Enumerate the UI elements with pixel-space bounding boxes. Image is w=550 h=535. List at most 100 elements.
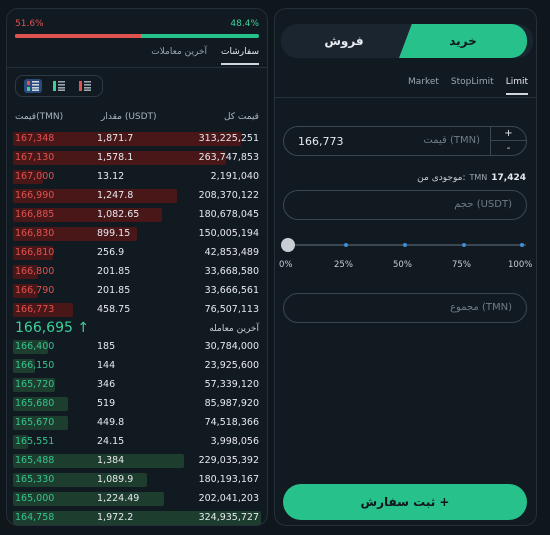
amount-cell: 449.8 [97, 417, 125, 428]
divider [7, 67, 267, 68]
ask-row[interactable]: 166,800 201.85 33,668,580 [13, 264, 261, 280]
header-amount: مقدار (USDT) [101, 112, 157, 122]
total-cell: 324,935,727 [198, 512, 259, 523]
book-view-toggle [15, 75, 103, 97]
book-tabs: آخرین معاملات سفارشات [151, 47, 259, 65]
divider [275, 97, 536, 98]
ask-row[interactable]: 167,348 1,871.7 313,225,251 [13, 131, 261, 147]
slider-mark-50[interactable] [403, 243, 407, 247]
slider-handle[interactable] [281, 238, 295, 252]
total-cell: 202,041,203 [198, 493, 259, 504]
price-stepper: + - [490, 127, 526, 155]
total-input[interactable]: مجموع (TMN) [283, 293, 527, 323]
price-field[interactable]: 166,773 قیمت (TMN) + - [283, 126, 527, 156]
total-cell: 30,784,000 [204, 341, 259, 352]
amount-cell: 1,247.8 [97, 190, 134, 201]
amount-cell: 201.85 [97, 266, 131, 277]
total-cell: 313,225,251 [198, 133, 259, 144]
amount-cell: 1,972.2 [97, 512, 134, 523]
amount-cell: 185 [97, 341, 116, 352]
price-cell: 166,990 [15, 190, 55, 201]
tick-0: 0% [279, 260, 293, 270]
total-cell: 42,853,489 [204, 247, 259, 258]
minus-button[interactable]: - [491, 141, 526, 155]
total-cell: 23,925,600 [204, 360, 259, 371]
ask-row[interactable]: 166,885 1,082.65 180,678,045 [13, 207, 261, 223]
tick-25: 25% [334, 260, 353, 270]
total-cell: 74,518,366 [204, 417, 259, 428]
view-bids-icon[interactable] [50, 79, 68, 93]
tab-buy[interactable]: خرید [399, 24, 527, 58]
bid-row[interactable]: 165,720 346 57,339,120 [13, 377, 261, 393]
sell-ratio-fill [15, 34, 141, 38]
amount-cell: 1,871.7 [97, 133, 134, 144]
bid-row[interactable]: 164,758 1,972.2 324,935,727 [13, 510, 261, 525]
amount-cell: 24.15 [97, 436, 125, 447]
tab-market[interactable]: Market [408, 77, 439, 95]
ask-row[interactable]: 166,790 201.85 33,666,561 [13, 283, 261, 299]
ask-row[interactable]: 167,130 1,578.1 263,747,853 [13, 150, 261, 166]
bid-row[interactable]: 166,150 144 23,925,600 [13, 358, 261, 374]
ask-row[interactable]: 167,000 13.12 2,191,040 [13, 169, 261, 185]
tab-sell[interactable]: فروش [281, 24, 407, 58]
price-cell: 165,670 [15, 417, 55, 428]
submit-order-button[interactable]: ثبت سفارش + [283, 484, 527, 520]
volume-placeholder: حجم (USDT) [454, 199, 512, 210]
ask-row[interactable]: 166,810 256.9 42,853,489 [13, 245, 261, 261]
price-cell: 166,800 [15, 266, 55, 277]
slider-mark-100[interactable] [520, 243, 524, 247]
tab-last-trades[interactable]: آخرین معاملات [151, 47, 207, 65]
total-cell: 57,339,120 [204, 379, 259, 390]
amount-slider-track[interactable] [289, 244, 526, 246]
balance-label: موجودی من: [417, 173, 466, 183]
total-cell: 85,987,920 [204, 398, 259, 409]
price-cell: 166,830 [15, 228, 55, 239]
ask-row[interactable]: 166,830 899.15 150,005,194 [13, 226, 261, 242]
tick-100: 100% [508, 260, 533, 270]
view-asks-icon[interactable] [76, 79, 94, 93]
price-value[interactable]: 166,773 [298, 135, 344, 148]
sell-ratio-label: 51.6% [15, 19, 44, 29]
total-cell: 180,678,045 [198, 209, 259, 220]
bid-row[interactable]: 165,488 1,384 229,035,392 [13, 453, 261, 469]
plus-button[interactable]: + [491, 127, 526, 141]
bid-row[interactable]: 165,330 1,089.9 180,193,167 [13, 472, 261, 488]
amount-cell: 346 [97, 379, 116, 390]
price-cell: 166,150 [15, 360, 55, 371]
slider-mark-25[interactable] [344, 243, 348, 247]
price-cell: 165,720 [15, 379, 55, 390]
header-total: قیمت کل [223, 112, 259, 122]
volume-input[interactable]: حجم (USDT) [283, 190, 527, 220]
price-cell: 165,330 [15, 474, 55, 485]
balance-unit: TMN [469, 173, 488, 182]
bid-row[interactable]: 166,400 185 30,784,000 [13, 339, 261, 355]
price-cell: 167,000 [15, 171, 55, 182]
bid-row[interactable]: 165,670 449.8 74,518,366 [13, 415, 261, 431]
amount-cell: 256.9 [97, 247, 125, 258]
bid-row[interactable]: 165,680 519 85,987,920 [13, 396, 261, 412]
ask-row[interactable]: 166,990 1,247.8 208,370,122 [13, 188, 261, 204]
view-both-icon[interactable] [24, 79, 42, 93]
price-placeholder: قیمت (TMN) [423, 135, 480, 146]
total-cell: 263,747,853 [198, 152, 259, 163]
price-cell: 166,790 [15, 285, 55, 296]
price-cell: 165,551 [15, 436, 55, 447]
bid-row[interactable]: 165,551 24.15 3,998,056 [13, 434, 261, 450]
total-cell: 229,035,392 [198, 455, 259, 466]
total-cell: 33,668,580 [204, 266, 259, 277]
total-placeholder: مجموع (TMN) [450, 302, 512, 313]
price-cell: 165,680 [15, 398, 55, 409]
last-trade-label: آخرین معامله [209, 324, 259, 334]
bid-row[interactable]: 165,000 1,224.49 202,041,203 [13, 491, 261, 507]
price-cell: 164,758 [15, 512, 55, 523]
price-cell: 166,400 [15, 341, 55, 352]
tab-limit[interactable]: Limit [505, 77, 528, 95]
price-cell: 167,130 [15, 152, 55, 163]
slider-mark-75[interactable] [462, 243, 466, 247]
amount-cell: 519 [97, 398, 116, 409]
tab-orders[interactable]: سفارشات [221, 47, 259, 65]
ask-row[interactable]: 166,773 458.75 76,507,113 [13, 302, 261, 318]
order-book-panel: 51.6% 48.4% آخرین معاملات سفارشات قیمت(T… [6, 8, 268, 526]
price-cell: 165,488 [15, 455, 55, 466]
tab-stop-limit[interactable]: StopLimit [451, 77, 494, 95]
